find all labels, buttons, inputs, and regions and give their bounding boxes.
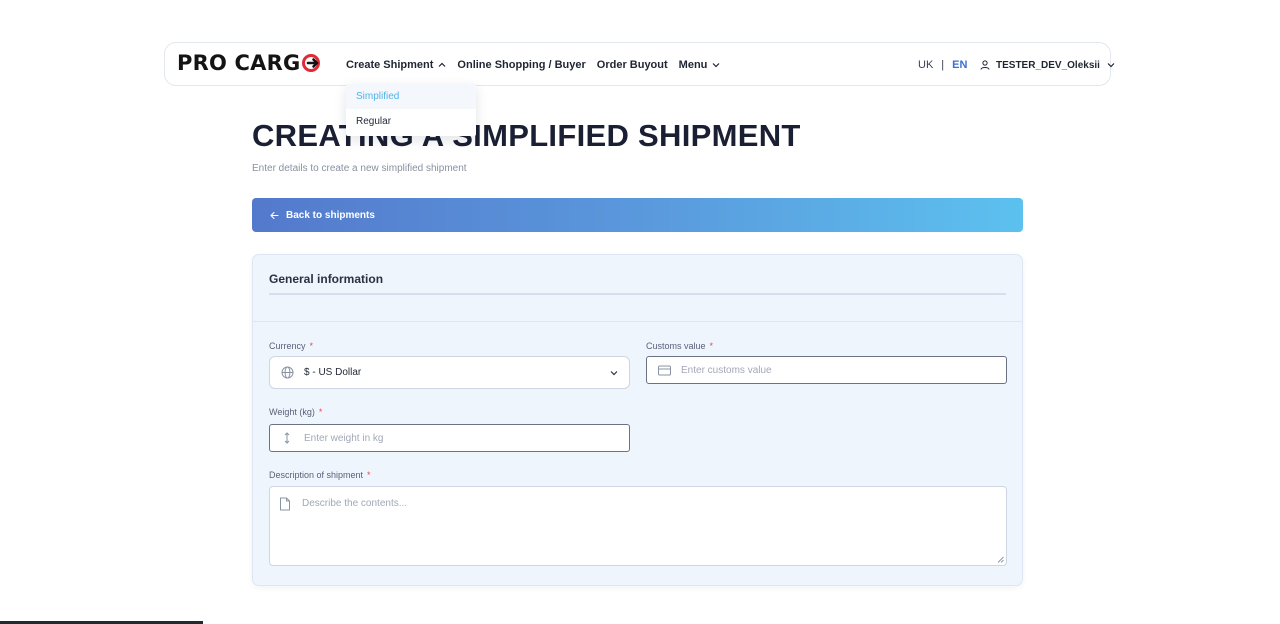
top-navbar: PRO CARG Create Shipment Online Shopping… [164,42,1115,87]
chevron-down-icon [712,63,720,68]
section-rule [269,293,1006,295]
pro-cargo-logo[interactable]: PRO CARG [177,51,321,75]
language-switch: UK | EN [918,43,967,87]
weight-label: Weight (kg) * [269,407,322,417]
currency-label: Currency * [269,341,313,351]
document-icon [279,497,291,516]
required-mark: * [367,470,371,480]
nav-online-shopping[interactable]: Online Shopping / Buyer [457,59,585,71]
back-to-shipments-button[interactable]: Back to shipments [252,198,1023,232]
page-subtitle: Enter details to create a new simplified… [252,163,467,174]
globe-icon [280,366,294,380]
nav-create-shipment[interactable]: Create Shipment [346,59,446,71]
lang-uk[interactable]: UK [918,59,933,71]
currency-select[interactable]: $ - US Dollar [269,356,630,389]
weight-label-text: Weight (kg) [269,407,315,417]
section-title: General information [269,272,384,286]
chevron-up-icon [438,62,446,67]
currency-label-text: Currency [269,341,306,351]
customs-value-label: Customs value * [646,341,713,351]
customs-value-label-text: Customs value [646,341,706,351]
lang-separator: | [941,59,945,71]
nav-online-shopping-label: Online Shopping / Buyer [457,59,586,71]
user-menu[interactable]: TESTER_DEV_Oleksii [980,43,1121,87]
user-icon [980,60,990,70]
nav-menu[interactable]: Menu [679,59,721,71]
nav-order-buyout-label: Order Buyout [596,59,668,71]
logo-text: PRO CARG [177,51,301,75]
dropdown-item-regular[interactable]: Regular [346,109,476,134]
vertical-arrows-icon [280,431,294,445]
logo-arrow-o-icon [301,53,321,73]
resize-grip-icon[interactable] [997,556,1004,563]
customs-value-placeholder: Enter customs value [681,364,772,376]
description-placeholder: Describe the contents... [302,498,408,509]
page-title: CREATING A SIMPLIFIED SHIPMENT [252,118,801,153]
nav-order-buyout[interactable]: Order Buyout [597,59,668,71]
customs-value-input[interactable]: Enter customs value [646,356,1007,384]
dropdown-item-simplified[interactable]: Simplified [346,84,476,109]
description-label-text: Description of shipment [269,470,364,480]
chevron-down-icon [610,370,618,375]
section-divider [253,321,1022,322]
arrow-left-icon [270,211,279,219]
chevron-down-icon [1107,63,1115,68]
weight-placeholder: Enter weight in kg [304,432,384,444]
required-mark: * [318,407,323,417]
page: PRO CARG Create Shipment Online Shopping… [0,0,1280,624]
nav-menu-label: Menu [678,59,708,71]
credit-card-icon [657,363,671,377]
create-shipment-dropdown: Simplified Regular [346,84,476,136]
required-mark: * [709,341,714,351]
back-to-shipments-label: Back to shipments [286,209,375,221]
user-name: TESTER_DEV_Oleksii [996,59,1100,71]
description-label: Description of shipment * [269,470,371,480]
weight-input[interactable]: Enter weight in kg [269,424,630,452]
required-mark: * [309,341,314,351]
lang-en[interactable]: EN [952,59,967,71]
description-textarea[interactable]: Describe the contents... [269,486,1007,566]
general-information-card: General information Currency * $ - US Dol… [252,254,1023,586]
currency-value: $ - US Dollar [304,367,362,378]
main-nav: Create Shipment Online Shopping / Buyer … [346,43,731,87]
nav-create-shipment-label: Create Shipment [346,59,434,71]
